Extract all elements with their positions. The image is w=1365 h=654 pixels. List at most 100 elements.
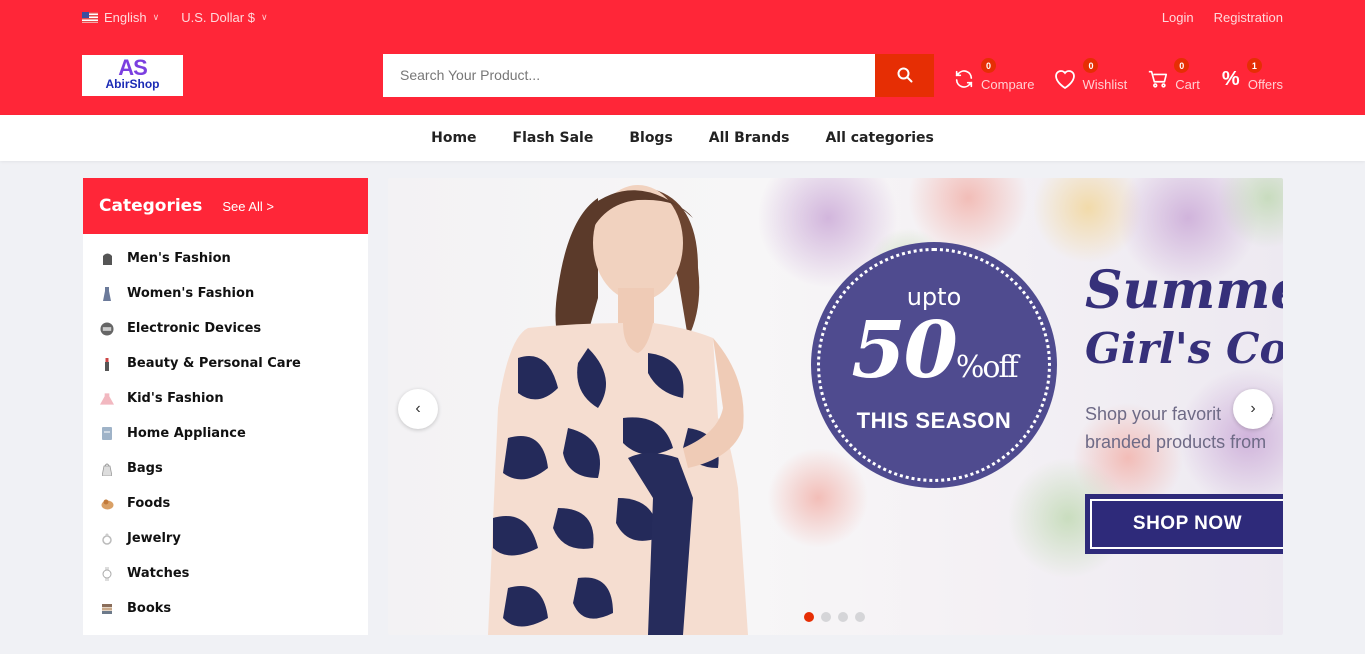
watch-icon (100, 566, 114, 581)
us-flag-icon (82, 12, 98, 23)
food-icon (100, 497, 114, 511)
category-label: Watches (127, 566, 190, 581)
categories-panel: Categories See All > Men's Fashion Women… (83, 178, 368, 635)
language-selector[interactable]: English ∨ (82, 10, 159, 25)
category-label: Electronic Devices (127, 321, 262, 336)
slider-dot-2[interactable] (821, 612, 831, 622)
category-label: Beauty & Personal Care (127, 356, 301, 371)
category-label: Men's Fashion (127, 251, 231, 266)
category-label: Jewelry (127, 531, 181, 546)
category-item-jewelry[interactable]: Jewelry (83, 521, 368, 556)
promo-upto: upto (906, 282, 962, 311)
category-item-bags[interactable]: Bags (83, 451, 368, 486)
offers-count: 1 (1246, 58, 1262, 73)
chevron-right-icon: › (1250, 400, 1256, 417)
categories-title: Categories (99, 196, 203, 216)
logo-mark: AS (118, 55, 148, 80)
category-item-books[interactable]: Books (83, 591, 368, 626)
cart-icon (1145, 66, 1171, 92)
top-bar: English ∨ U.S. Dollar $ ∨ Login Registra… (0, 0, 1365, 35)
see-all-link[interactable]: See All > (222, 199, 274, 214)
main-header: AS AbirShop 0 Compare 0 Wishlist 0 (0, 35, 1365, 115)
category-list: Men's Fashion Women's Fashion Electronic… (83, 234, 368, 626)
compare-label: Compare (981, 77, 1035, 92)
slider-prev-button[interactable]: ‹ (398, 389, 438, 429)
category-label: Books (127, 601, 172, 616)
promo-percent-sign: % (955, 349, 984, 385)
main-nav: Home Flash Sale Blogs All Brands All cat… (0, 115, 1365, 161)
tagline-line-2: branded products from (1085, 432, 1267, 452)
kids-dress-icon (100, 392, 114, 406)
shirt-icon (100, 252, 114, 266)
slider-dot-3[interactable] (838, 612, 848, 622)
category-label: Bags (127, 461, 163, 476)
slider-dot-1[interactable] (804, 612, 814, 622)
promo-percent: 50%off (851, 310, 1018, 408)
category-item-kids-fashion[interactable]: Kid's Fashion (83, 381, 368, 416)
dress-icon (100, 286, 114, 301)
cart-action[interactable]: 0 Cart (1145, 58, 1200, 92)
category-item-foods[interactable]: Foods (83, 486, 368, 521)
offers-action[interactable]: % 1 Offers (1218, 58, 1283, 92)
percent-icon: % (1221, 67, 1240, 90)
wishlist-label: Wishlist (1082, 77, 1128, 92)
book-icon (100, 602, 114, 616)
promo-percent-value: 50 (851, 304, 958, 396)
compare-count: 0 (981, 58, 997, 73)
ring-icon (100, 532, 114, 546)
login-link[interactable]: Login (1162, 10, 1194, 25)
chevron-down-icon: ∨ (260, 12, 268, 22)
category-label: Foods (127, 496, 171, 511)
bag-icon (100, 462, 114, 476)
shop-now-button[interactable]: SHOP NOW (1085, 494, 1283, 554)
site-logo[interactable]: AS AbirShop (82, 54, 183, 96)
categories-header: Categories See All > (83, 178, 368, 234)
search-bar (383, 53, 934, 97)
logo-text: AbirShop (105, 77, 160, 91)
nav-all-brands[interactable]: All Brands (709, 130, 790, 146)
chevron-left-icon: ‹ (415, 400, 421, 417)
compare-action[interactable]: 0 Compare (951, 58, 1034, 92)
currency-selector[interactable]: U.S. Dollar $ ∨ (181, 10, 267, 25)
registration-link[interactable]: Registration (1214, 10, 1283, 25)
cart-count: 0 (1174, 58, 1190, 73)
banner-headline: Summe Girl's Col (1085, 260, 1283, 376)
offers-label: Offers (1247, 77, 1283, 92)
tagline-line-1: Shop your favorit (1085, 404, 1222, 424)
appliance-icon (100, 427, 114, 441)
wishlist-count: 0 (1083, 58, 1099, 73)
category-label: Women's Fashion (127, 286, 255, 301)
search-input[interactable] (383, 53, 875, 97)
discount-badge: upto 50%off THIS SEASON (811, 242, 1057, 488)
nav-flash-sale[interactable]: Flash Sale (513, 130, 594, 146)
headline-line-2: Girl's Col (1085, 324, 1283, 373)
category-item-mens-fashion[interactable]: Men's Fashion (83, 241, 368, 276)
slider-dots (804, 612, 865, 622)
category-label: Kid's Fashion (127, 391, 224, 406)
nav-all-categories[interactable]: All categories (825, 130, 933, 146)
heart-icon (1052, 66, 1078, 92)
category-item-electronic-devices[interactable]: Electronic Devices (83, 311, 368, 346)
nav-blogs[interactable]: Blogs (629, 130, 672, 146)
slider-dot-4[interactable] (855, 612, 865, 622)
category-item-beauty[interactable]: Beauty & Personal Care (83, 346, 368, 381)
category-item-watches[interactable]: Watches (83, 556, 368, 591)
slider-next-button[interactable]: › (1233, 389, 1273, 429)
chevron-down-icon: ∨ (152, 12, 160, 22)
device-icon (100, 321, 114, 336)
promo-season: THIS SEASON (856, 407, 1012, 433)
cart-label: Cart (1175, 77, 1200, 92)
model-illustration (488, 185, 748, 635)
category-item-home-appliance[interactable]: Home Appliance (83, 416, 368, 451)
wishlist-action[interactable]: 0 Wishlist (1052, 58, 1127, 92)
category-item-womens-fashion[interactable]: Women's Fashion (83, 276, 368, 311)
hero-banner-slider[interactable]: upto 50%off THIS SEASON Summe Girl's Col… (388, 178, 1283, 635)
language-label: English (104, 10, 147, 25)
headline-line-1: Summe (1085, 260, 1283, 321)
currency-label: U.S. Dollar $ (181, 10, 255, 25)
nav-home[interactable]: Home (431, 130, 476, 146)
lipstick-icon (100, 357, 114, 371)
search-icon (897, 67, 912, 83)
category-label: Home Appliance (127, 426, 246, 441)
search-button[interactable] (875, 53, 934, 97)
